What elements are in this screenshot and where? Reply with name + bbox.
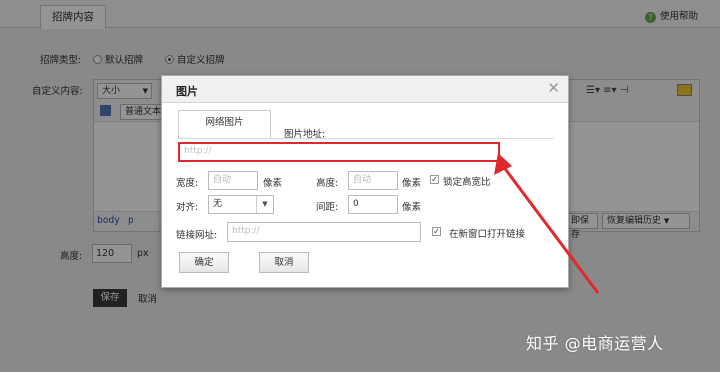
annotation-arrow xyxy=(494,153,600,294)
arrow-line xyxy=(498,161,600,294)
arrow-head xyxy=(494,153,512,175)
watermark: 知乎 @电商运营人 xyxy=(526,334,664,353)
